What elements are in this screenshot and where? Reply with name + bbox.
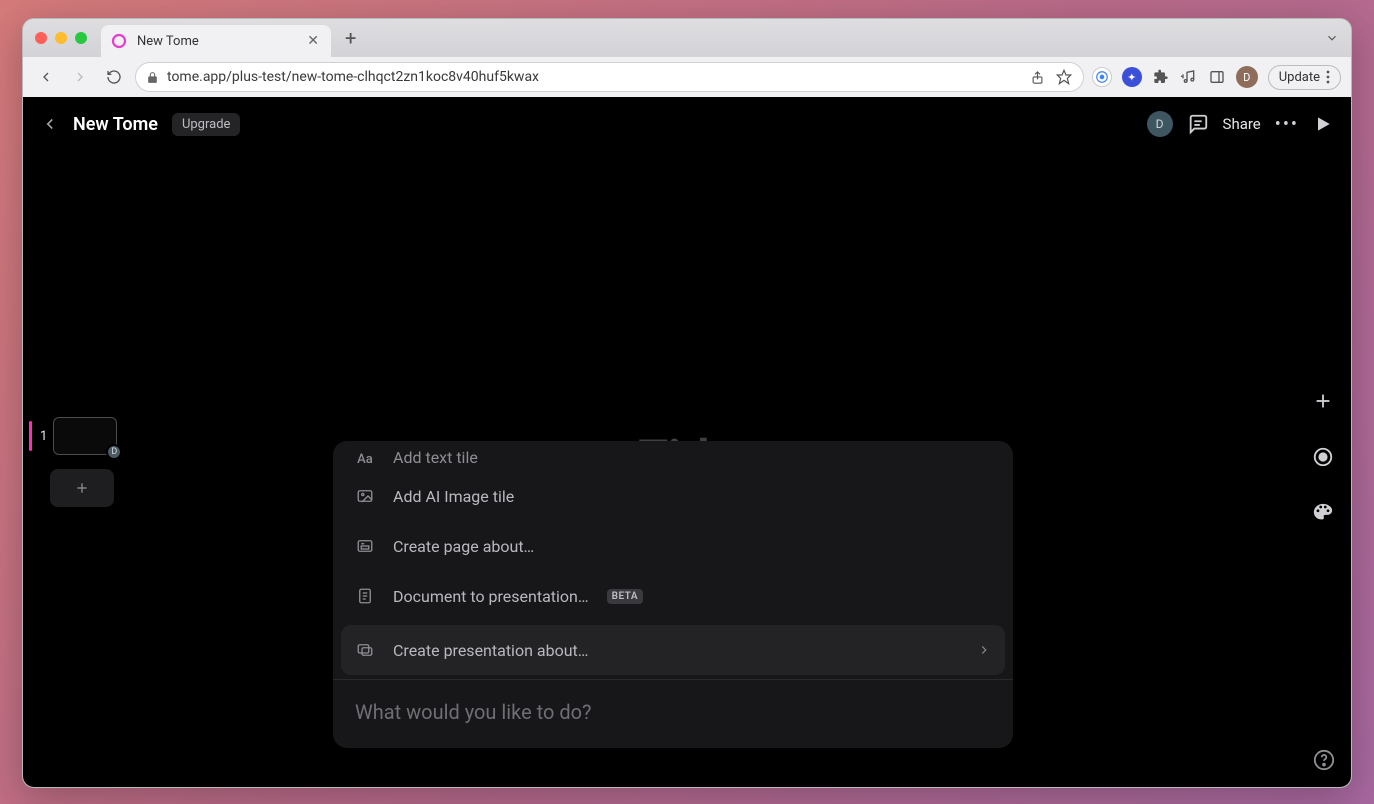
image-icon	[355, 487, 375, 505]
extensions-icon[interactable]	[1152, 68, 1170, 86]
app-viewport: New Tome Upgrade D Share ••• Title 1 D	[23, 97, 1351, 787]
back-button[interactable]	[41, 115, 59, 133]
titlebar: New Tome ✕ +	[23, 19, 1351, 57]
command-input-row	[333, 679, 1013, 748]
active-page-indicator	[29, 421, 32, 451]
record-button[interactable]	[1309, 443, 1337, 471]
browser-window: New Tome ✕ + tome.app/plus-test/new-tome…	[22, 18, 1352, 788]
present-button[interactable]	[1313, 114, 1333, 134]
add-page-button[interactable]	[50, 469, 114, 507]
page-number: 1	[40, 429, 47, 444]
add-tile-button[interactable]	[1309, 387, 1337, 415]
address-bar[interactable]: tome.app/plus-test/new-tome-clhqct2zn1ko…	[135, 62, 1084, 92]
menu-item-add-text-tile[interactable]: Aa Add text tile	[333, 441, 1013, 471]
update-button[interactable]: Update	[1268, 65, 1341, 90]
page-icon	[355, 537, 375, 555]
right-tool-rail	[1309, 387, 1337, 527]
menu-item-label: Document to presentation…	[393, 587, 589, 606]
menu-item-document-to-presentation[interactable]: Document to presentation… BETA	[333, 571, 1013, 621]
window-controls	[35, 32, 87, 44]
menu-item-create-presentation-about[interactable]: Create presentation about…	[341, 625, 1005, 675]
update-label: Update	[1279, 70, 1320, 85]
menu-item-label: Add AI Image tile	[393, 487, 514, 506]
chevron-right-icon	[977, 643, 991, 657]
user-avatar[interactable]: D	[1147, 111, 1173, 137]
share-icon[interactable]	[1029, 68, 1047, 86]
thumbnail-avatar-badge: D	[106, 444, 122, 460]
app-header: New Tome Upgrade D Share •••	[23, 97, 1351, 151]
menu-item-create-page-about[interactable]: Create page about…	[333, 521, 1013, 571]
bookmark-icon[interactable]	[1055, 68, 1073, 86]
menu-item-label: Create presentation about…	[393, 641, 588, 660]
extension-alert-icon[interactable]	[1092, 67, 1112, 87]
maximize-window[interactable]	[75, 32, 87, 44]
new-tab-button[interactable]: +	[345, 26, 356, 50]
share-button[interactable]: Share	[1223, 115, 1261, 133]
presentation-icon	[355, 641, 375, 659]
menu-item-label: Add text tile	[393, 448, 478, 467]
menu-item-add-ai-image-tile[interactable]: Add AI Image tile	[333, 471, 1013, 521]
url-text: tome.app/plus-test/new-tome-clhqct2zn1ko…	[167, 69, 1021, 85]
lock-icon	[146, 71, 159, 84]
browser-tab[interactable]: New Tome ✕	[101, 25, 331, 57]
side-panel-icon[interactable]	[1208, 68, 1226, 86]
tab-favicon	[111, 33, 127, 49]
help-button[interactable]	[1313, 749, 1335, 771]
nav-forward-button[interactable]	[67, 64, 93, 90]
theme-button[interactable]	[1309, 499, 1337, 527]
command-input[interactable]	[355, 700, 991, 724]
media-control-icon[interactable]	[1180, 68, 1198, 86]
more-menu-button[interactable]: •••	[1275, 114, 1299, 135]
close-tab-icon[interactable]: ✕	[305, 33, 321, 49]
toolbar-right: ✦ D Update	[1092, 65, 1341, 90]
browser-profile-avatar[interactable]: D	[1236, 66, 1258, 88]
menu-item-label: Create page about…	[393, 537, 534, 556]
browser-toolbar: tome.app/plus-test/new-tome-clhqct2zn1ko…	[23, 57, 1351, 97]
nav-back-button[interactable]	[33, 64, 59, 90]
minimize-window[interactable]	[55, 32, 67, 44]
reload-button[interactable]	[101, 64, 127, 90]
command-menu: Aa Add text tile Add AI Image tile Creat…	[333, 441, 1013, 748]
tabs-overflow-icon[interactable]	[1325, 31, 1339, 45]
close-window[interactable]	[35, 32, 47, 44]
document-icon	[355, 587, 375, 605]
page-thumbnail[interactable]: D	[53, 417, 117, 455]
extension-plus-icon[interactable]: ✦	[1122, 67, 1142, 87]
document-title[interactable]: New Tome	[73, 114, 158, 135]
page-thumbnail-row: 1 D	[29, 417, 117, 455]
upgrade-button[interactable]: Upgrade	[172, 113, 240, 136]
tab-title: New Tome	[137, 34, 199, 49]
comments-button[interactable]	[1187, 113, 1209, 135]
text-icon: Aa	[355, 452, 375, 467]
beta-badge: BETA	[607, 589, 643, 604]
pages-rail: 1 D	[29, 417, 117, 507]
